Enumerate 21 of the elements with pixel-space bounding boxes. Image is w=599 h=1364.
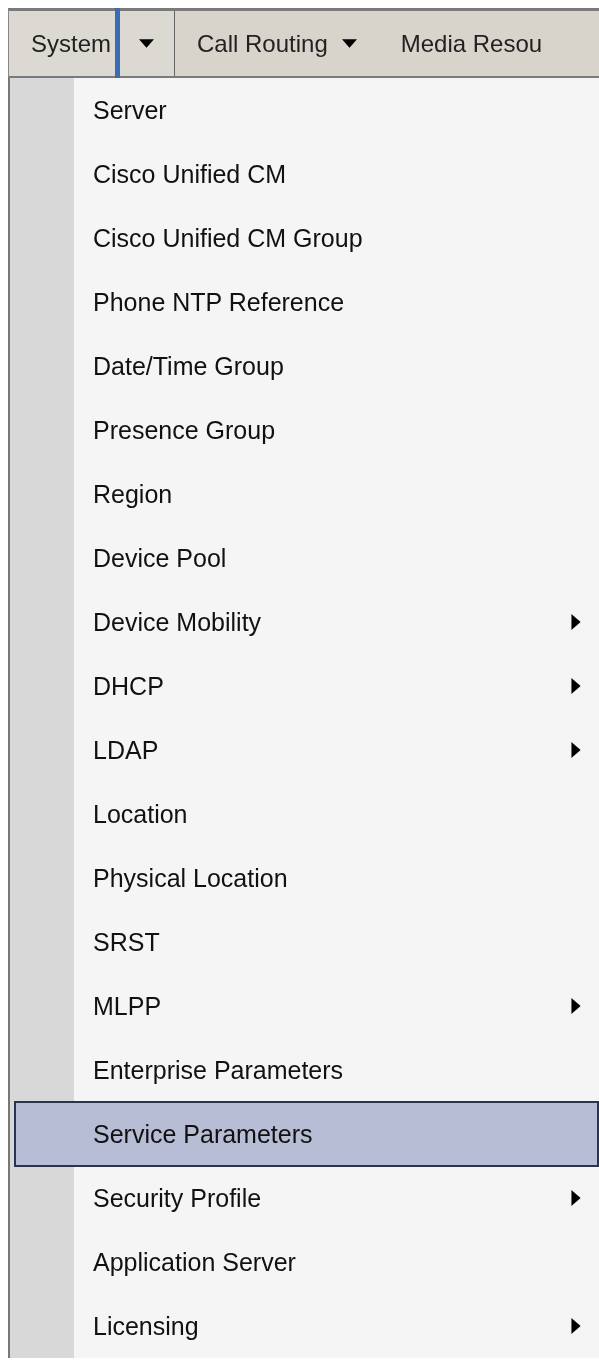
- menu-item[interactable]: Service Parameters: [14, 1101, 599, 1167]
- menu-item[interactable]: LDAP: [10, 718, 599, 782]
- menu-item[interactable]: Cisco Unified CM: [10, 142, 599, 206]
- menu-tab[interactable]: System: [9, 11, 175, 76]
- menu-item[interactable]: Device Pool: [10, 526, 599, 590]
- menu-item[interactable]: MLPP: [10, 974, 599, 1038]
- menu-item[interactable]: Region: [10, 462, 599, 526]
- menu-item[interactable]: Application Server: [10, 1230, 599, 1294]
- menu-item[interactable]: Device Mobility: [10, 590, 599, 654]
- menu-item[interactable]: Server: [10, 78, 599, 142]
- menu-item[interactable]: Cisco Unified CM Group: [10, 206, 599, 270]
- menu-item[interactable]: Licensing: [10, 1294, 599, 1358]
- menu-item[interactable]: Physical Location: [10, 846, 599, 910]
- menu-item[interactable]: Enterprise Parameters: [10, 1038, 599, 1102]
- menu-item[interactable]: DHCP: [10, 654, 599, 718]
- menu-item[interactable]: SRST: [10, 910, 599, 974]
- menu-item[interactable]: Location: [10, 782, 599, 846]
- menu-item[interactable]: Presence Group: [10, 398, 599, 462]
- menu-item[interactable]: Security Profile: [10, 1166, 599, 1230]
- menu-item[interactable]: Date/Time Group: [10, 334, 599, 398]
- menu-item[interactable]: Phone NTP Reference: [10, 270, 599, 334]
